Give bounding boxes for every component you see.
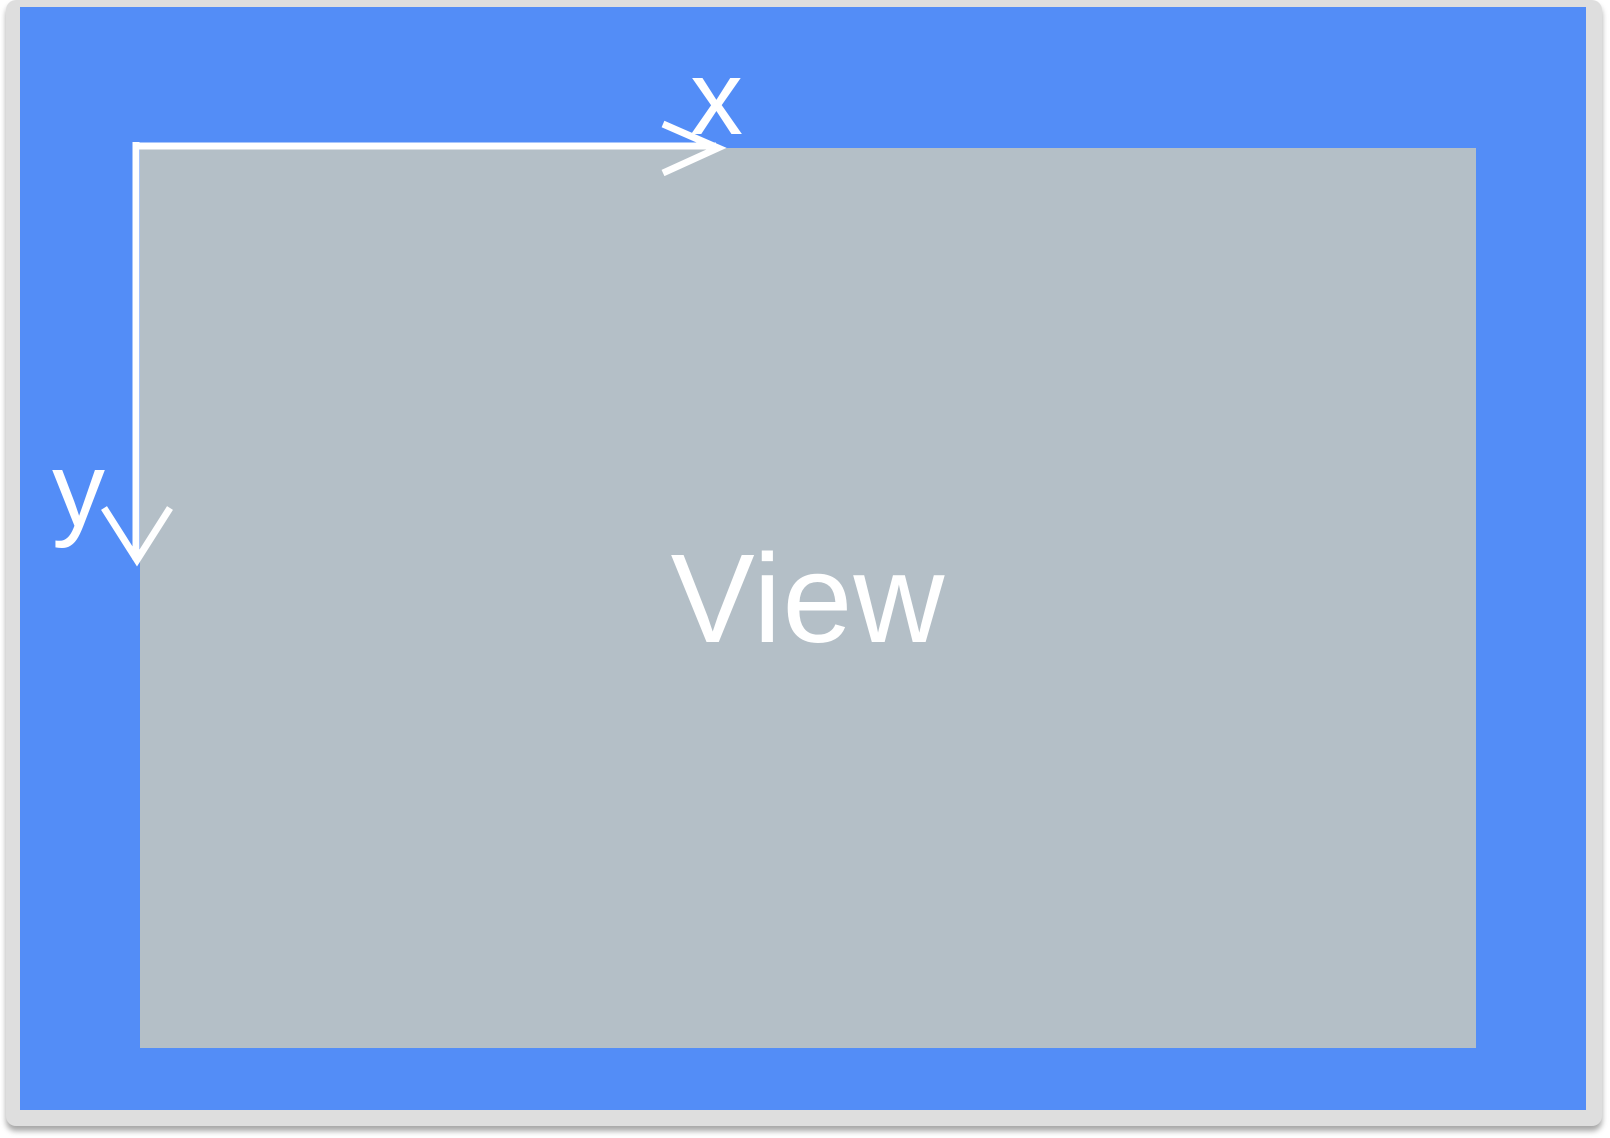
coordinate-axes [101, 120, 727, 567]
x-axis-label: x [690, 39, 743, 157]
y-axis-label: y [52, 431, 105, 549]
